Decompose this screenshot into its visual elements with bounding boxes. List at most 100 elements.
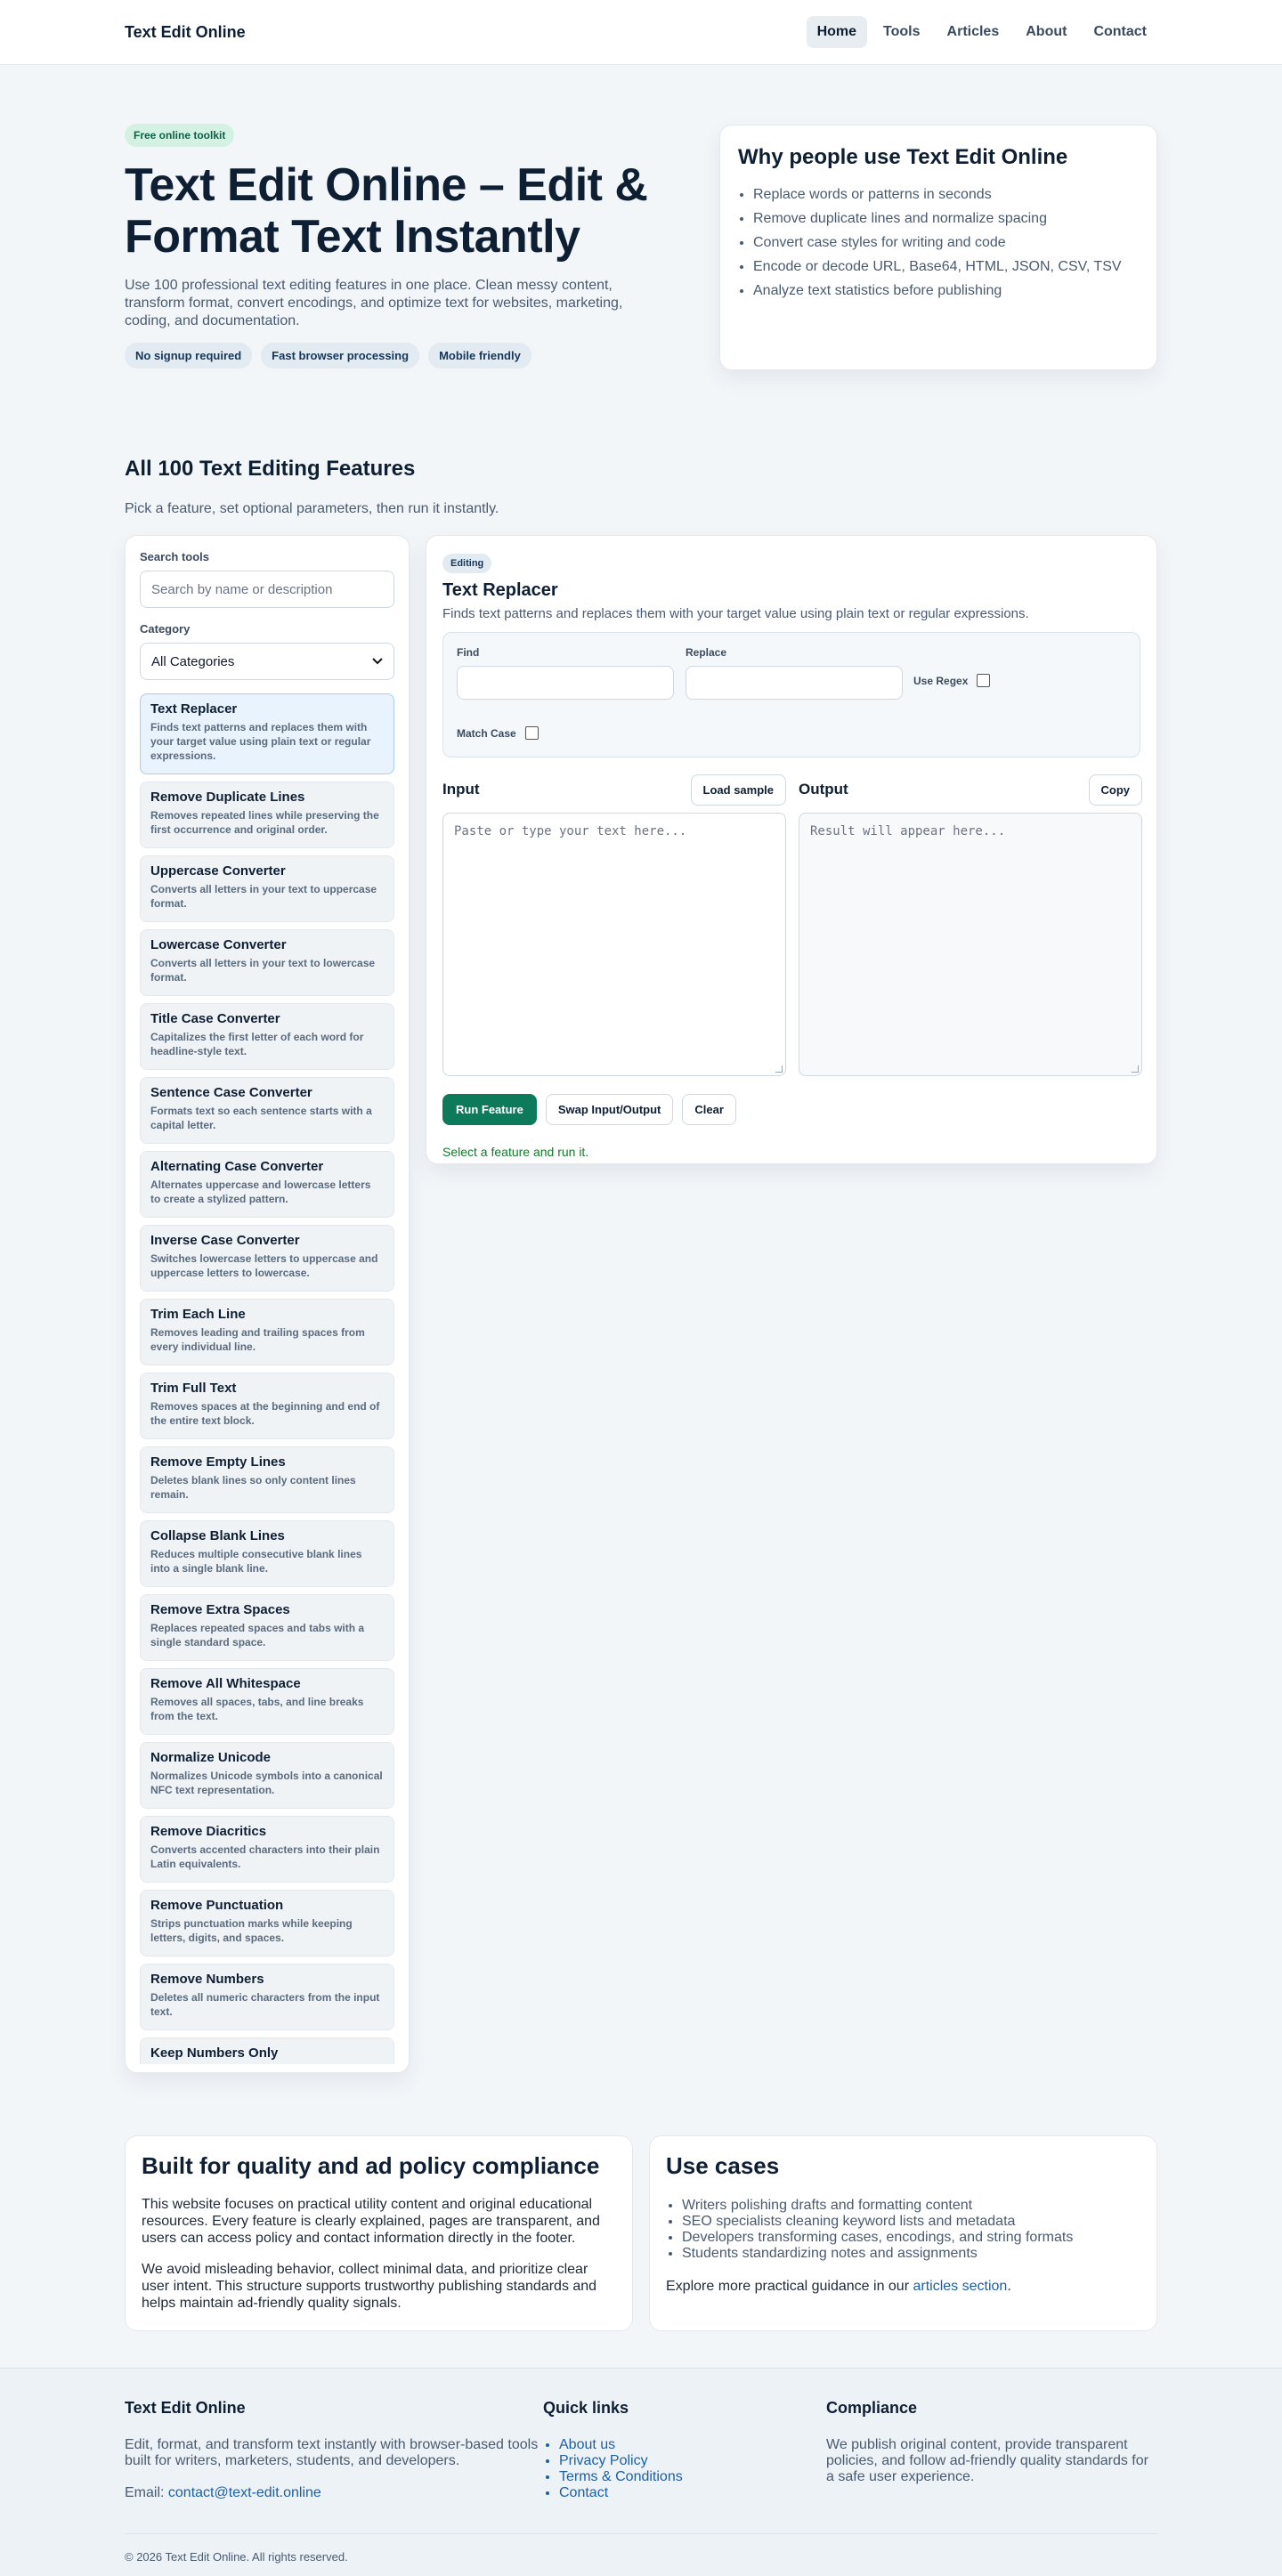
- tool-item[interactable]: Uppercase Converter Converts all letters …: [140, 855, 394, 922]
- articles-link[interactable]: articles section: [913, 2279, 1007, 2294]
- tool-item[interactable]: Inverse Case Converter Switches lowercase…: [140, 1225, 394, 1292]
- use-case-item: SEO specialists cleaning keyword lists a…: [682, 2214, 1140, 2230]
- nav-home[interactable]: Home: [806, 16, 868, 48]
- email-prefix: Email:: [125, 2485, 168, 2500]
- footer-email: Email: contact@text-edit.online: [125, 2485, 543, 2501]
- category-value: All Categories: [151, 653, 235, 669]
- load-sample-button[interactable]: Load sample: [690, 774, 786, 806]
- tool-description: Converts all letters in your text to upp…: [150, 883, 377, 910]
- tool-item[interactable]: Lowercase Converter Converts all letters …: [140, 929, 394, 996]
- swap-button[interactable]: Swap Input/Output: [545, 1094, 674, 1125]
- resize-handle-icon[interactable]: [775, 1065, 783, 1073]
- tool-name: Remove Empty Lines: [150, 1454, 286, 1470]
- nav-contact[interactable]: Contact: [1083, 16, 1157, 48]
- footer-link-privacy[interactable]: Privacy Policy: [559, 2453, 648, 2468]
- clear-button[interactable]: Clear: [682, 1094, 736, 1125]
- tool-item[interactable]: Remove Diacritics Converts accented chara…: [140, 1816, 394, 1883]
- tool-item[interactable]: Alternating Case Converter Alternates upp…: [140, 1151, 394, 1218]
- editor-title: Text Replacer: [442, 580, 558, 600]
- tool-name: Remove Extra Spaces: [150, 1602, 290, 1617]
- editor-panel: Editing Text Replacer Finds text pattern…: [426, 535, 1157, 1164]
- tool-item[interactable]: Normalize Unicode Normalizes Unicode symb…: [140, 1742, 394, 1809]
- why-item: Analyze text statistics before publishin…: [753, 279, 1139, 303]
- output-textarea[interactable]: Result will appear here...: [799, 813, 1142, 1076]
- replace-label: Replace: [686, 646, 727, 659]
- tool-description: Removes repeated lines while preserving …: [150, 809, 379, 836]
- nav-about[interactable]: About: [1015, 16, 1077, 48]
- email-link[interactable]: contact@text-edit.online: [168, 2485, 321, 2500]
- tool-item[interactable]: Sentence Case Converter Formats text so e…: [140, 1077, 394, 1144]
- tool-item[interactable]: Remove Extra Spaces Replaces repeated spa…: [140, 1594, 394, 1661]
- tool-item[interactable]: Remove Empty Lines Deletes blank lines so…: [140, 1446, 394, 1513]
- footer-links: Quick links About us Privacy Policy Term…: [543, 2399, 826, 2501]
- nav-tools[interactable]: Tools: [872, 16, 930, 48]
- run-feature-button[interactable]: Run Feature: [442, 1094, 537, 1125]
- tool-description: Deletes all numeric characters from the …: [150, 1991, 380, 2018]
- match-case-checkbox[interactable]: [524, 726, 539, 740]
- tool-item[interactable]: Text Replacer Finds text patterns and rep…: [140, 693, 394, 774]
- features-subtitle: Pick a feature, set optional parameters,…: [125, 501, 499, 516]
- match-case-label: Match Case: [457, 726, 516, 740]
- search-label: Search tools: [140, 550, 210, 563]
- tool-item[interactable]: Remove Numbers Deletes all numeric charac…: [140, 1964, 394, 2030]
- footer-brand: Text Edit Online: [125, 2399, 246, 2417]
- hero-title: Text Edit Online – Edit & Format Text In…: [125, 159, 648, 263]
- tool-item[interactable]: Collapse Blank Lines Reduces multiple con…: [140, 1520, 394, 1587]
- find-input[interactable]: [457, 666, 674, 700]
- features-section: All 100 Text Editing Features Pick a fea…: [125, 457, 1157, 2073]
- status-message: Select a feature and run it.: [442, 1145, 589, 1159]
- nav-articles[interactable]: Articles: [937, 16, 1010, 48]
- tool-item[interactable]: Trim Each Line Removes leading and traili…: [140, 1299, 394, 1365]
- tool-name: Uppercase Converter: [150, 863, 286, 879]
- use-cases-card: Use cases Writers polishing drafts and f…: [649, 2135, 1157, 2331]
- tool-name: Sentence Case Converter: [150, 1085, 312, 1100]
- quality-paragraph: This website focuses on practical utilit…: [142, 2197, 600, 2246]
- footer-link-about[interactable]: About us: [559, 2437, 615, 2452]
- tool-description: Strips punctuation marks while keeping l…: [150, 1917, 353, 1944]
- category-label: Category: [140, 622, 191, 636]
- footer-link-contact[interactable]: Contact: [559, 2485, 608, 2500]
- tool-item[interactable]: Remove Duplicate Lines Removes repeated l…: [140, 782, 394, 848]
- tool-description: Alternates uppercase and lowercase lette…: [150, 1179, 371, 1205]
- compliance-title: Compliance: [826, 2399, 918, 2417]
- search-input[interactable]: [140, 571, 394, 608]
- copyright: © 2026 Text Edit Online. All rights rese…: [125, 2533, 1157, 2564]
- tool-description: Formats text so each sentence starts wit…: [150, 1105, 372, 1131]
- tool-description: Switches lowercase letters to uppercase …: [150, 1252, 378, 1279]
- replace-input[interactable]: [686, 666, 903, 700]
- tool-description: Capitalizes the first letter of each wor…: [150, 1031, 364, 1057]
- tool-name: Text Replacer: [150, 701, 238, 717]
- regex-checkbox[interactable]: [977, 674, 991, 687]
- tool-item[interactable]: Remove Punctuation Strips punctuation mar…: [140, 1890, 394, 1956]
- site-footer: Text Edit Online Edit, format, and trans…: [0, 2368, 1282, 2576]
- tool-item[interactable]: Remove All Whitespace Removes all spaces,…: [140, 1668, 394, 1735]
- use-case-item: Developers transforming cases, encodings…: [682, 2230, 1140, 2246]
- footer-about: Text Edit Online Edit, format, and trans…: [125, 2399, 543, 2501]
- quick-links-title: Quick links: [543, 2399, 629, 2417]
- tool-description: Removes all spaces, tabs, and line break…: [150, 1696, 364, 1722]
- tool-name: Inverse Case Converter: [150, 1233, 300, 1248]
- tool-name: Remove Numbers: [150, 1972, 264, 1987]
- use-cases-list: Writers polishing drafts and formatting …: [666, 2198, 1140, 2262]
- tool-name: Lowercase Converter: [150, 937, 287, 952]
- chip-fast: Fast browser processing: [261, 343, 420, 369]
- brand-logo[interactable]: Text Edit Online: [125, 23, 246, 42]
- params-panel: Find Replace Use Regex Match Case: [442, 632, 1140, 757]
- tool-name: Collapse Blank Lines: [150, 1528, 285, 1543]
- tool-item[interactable]: Keep Numbers OnlyKeeps only numeric char…: [140, 2037, 394, 2064]
- resize-handle-icon[interactable]: [1132, 1065, 1139, 1073]
- main-nav: Home Tools Articles About Contact: [806, 16, 1157, 48]
- quality-title: Built for quality and ad policy complian…: [142, 2152, 600, 2179]
- input-textarea[interactable]: Paste or type your text here...: [442, 813, 786, 1076]
- category-select[interactable]: All Categories: [140, 643, 394, 680]
- editor-tag: Editing: [442, 554, 492, 573]
- tool-item[interactable]: Title Case Converter Capitalizes the firs…: [140, 1003, 394, 1070]
- copy-button[interactable]: Copy: [1088, 774, 1142, 806]
- articles-suffix: .: [1007, 2279, 1011, 2294]
- footer-link-terms[interactable]: Terms & Conditions: [559, 2469, 683, 2484]
- tool-item[interactable]: Trim Full Text Removes spaces at the begi…: [140, 1373, 394, 1439]
- why-title: Why people use Text Edit Online: [738, 145, 1068, 169]
- site-header: Text Edit Online Home Tools Articles Abo…: [0, 0, 1282, 65]
- tool-list: Text Replacer Finds text patterns and rep…: [140, 693, 394, 2064]
- tool-name: Remove Duplicate Lines: [150, 790, 305, 805]
